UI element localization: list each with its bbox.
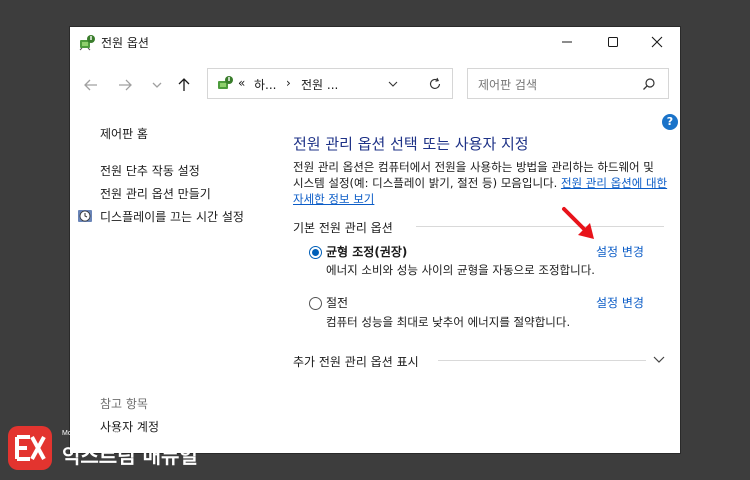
plan-name-power-saver[interactable]: 절전	[326, 294, 348, 311]
plan-name-balanced[interactable]: 균형 조정(권장)	[326, 243, 407, 260]
change-settings-link-power-saver[interactable]: 설정 변경	[596, 294, 644, 311]
search-icon[interactable]	[642, 77, 656, 91]
power-options-icon	[79, 35, 95, 51]
see-also-heading: 참고 항목	[100, 397, 148, 411]
page-title: 전원 관리 옵션 선택 또는 사용자 지정	[293, 135, 529, 153]
back-arrow-icon[interactable]	[83, 77, 99, 93]
annotation-arrow-icon	[562, 207, 594, 239]
brand-logo-glyph	[15, 435, 46, 461]
window-title: 전원 옵션	[101, 36, 149, 50]
brand-watermark: More Better IT Life 익스트림 매뉴얼	[8, 426, 208, 472]
address-dropdown-icon[interactable]	[388, 79, 398, 89]
forward-arrow-icon[interactable]	[117, 77, 133, 93]
breadcrumb-hardware[interactable]: 하...	[254, 76, 276, 93]
sidebar-link-control-panel-home[interactable]: 제어판 홈	[100, 125, 148, 142]
power-options-icon	[218, 76, 233, 89]
close-icon	[651, 36, 663, 48]
breadcrumb-overflow[interactable]: «	[238, 76, 245, 90]
page-description: 전원 관리 옵션은 컴퓨터에서 전원을 사용하는 방법을 관리하는 하드웨어 및…	[293, 159, 668, 207]
plan-desc-balanced: 에너지 소비와 성능 사이의 균형을 자동으로 조정합니다.	[326, 263, 595, 277]
minimize-icon	[562, 41, 572, 43]
refresh-icon[interactable]	[428, 77, 442, 91]
clock-shield-icon	[78, 210, 92, 222]
brand-logo-icon	[8, 426, 52, 470]
recent-locations-chevron-icon[interactable]	[149, 77, 165, 93]
sidebar-link-power-button[interactable]: 전원 단추 작동 설정	[100, 162, 200, 179]
change-settings-link-balanced[interactable]: 설정 변경	[596, 243, 644, 260]
brand-tagline: More Better IT Life	[62, 430, 120, 437]
group-divider	[416, 226, 664, 227]
group-label-preferred-plans: 기본 전원 관리 옵션	[293, 221, 393, 235]
sidebar-link-display-timeout[interactable]: 디스플레이를 끄는 시간 설정	[100, 208, 244, 225]
up-arrow-icon[interactable]	[176, 77, 192, 93]
search-input[interactable]: 제어판 검색	[478, 76, 537, 93]
sidebar-link-create-plan[interactable]: 전원 관리 옵션 만들기	[100, 185, 211, 202]
additional-plans-divider	[438, 360, 646, 361]
plan-desc-power-saver: 컴퓨터 성능을 최대로 낮추어 에너지를 절약합니다.	[326, 315, 571, 329]
breadcrumb-power[interactable]: 전원 ...	[301, 76, 338, 93]
show-additional-plans[interactable]: 추가 전원 관리 옵션 표시	[293, 353, 419, 370]
maximize-button[interactable]	[590, 27, 636, 57]
minimize-button[interactable]	[544, 27, 590, 57]
breadcrumb-separator[interactable]: ›	[286, 76, 291, 90]
title-bar[interactable]: 전원 옵션	[70, 27, 680, 57]
search-box[interactable]: 제어판 검색	[467, 68, 669, 99]
radio-balanced[interactable]	[309, 246, 322, 259]
chevron-down-icon[interactable]	[652, 354, 666, 366]
close-button[interactable]	[634, 27, 680, 57]
navigation-bar: « 하... › 전원 ... 제어판 검색	[70, 65, 680, 105]
help-icon[interactable]: ?	[662, 114, 678, 130]
radio-power-saver[interactable]	[309, 297, 322, 310]
maximize-icon	[608, 37, 618, 47]
brand-name: 익스트림 매뉴얼	[62, 444, 198, 468]
address-bar[interactable]: « 하... › 전원 ...	[207, 68, 453, 99]
